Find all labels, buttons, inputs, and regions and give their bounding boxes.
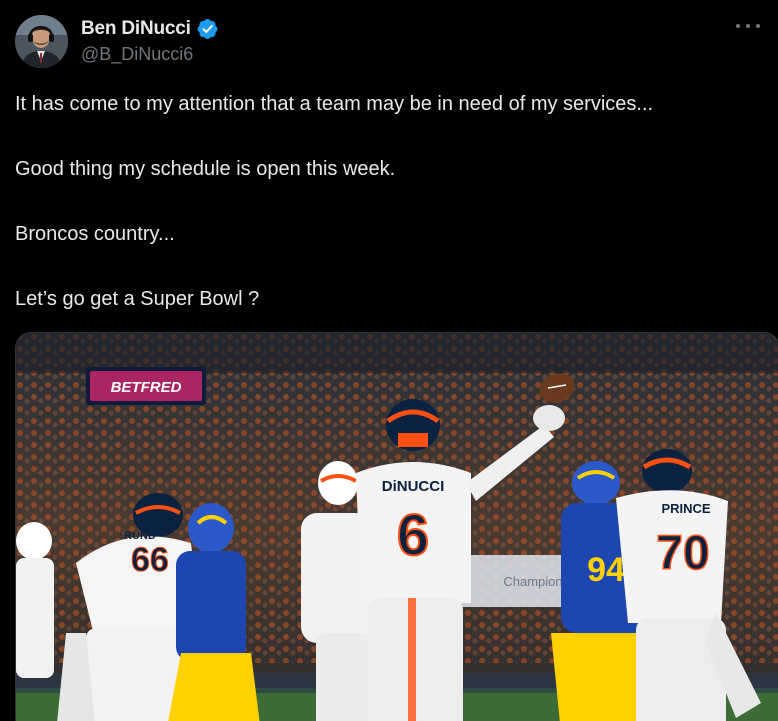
avatar[interactable] — [15, 15, 68, 68]
tweet-paragraph: Broncos country... — [15, 223, 175, 245]
name-row: Ben DiNucci — [81, 17, 219, 41]
display-name[interactable]: Ben DiNucci — [81, 18, 191, 40]
tweet-media-photo[interactable]: BETFRED Champion 66 RUND DiNUCCI 6 94 PR… — [15, 332, 778, 721]
tweet-paragraph: Good thing my schedule is open this week… — [15, 158, 396, 180]
more-horizontal-icon[interactable] — [736, 18, 760, 34]
betfred-sign: BETFRED — [111, 379, 182, 396]
jersey-name-dinucci: DiNUCCI — [382, 478, 445, 495]
user-handle[interactable]: @B_DiNucci6 — [81, 44, 219, 65]
more-dot — [756, 24, 760, 28]
football-photo: BETFRED Champion 66 RUND DiNUCCI 6 94 PR… — [16, 333, 778, 721]
jersey-number-66: 66 — [131, 541, 169, 579]
tweet-paragraph: It has come to my attention that a team … — [15, 93, 654, 115]
jersey-number-70: 70 — [656, 527, 709, 580]
tweet-text: It has come to my attention that a team … — [15, 92, 765, 352]
avatar-photo — [15, 15, 68, 68]
more-dot — [746, 24, 750, 28]
user-names: Ben DiNucci @B_DiNucci6 — [81, 17, 219, 65]
tweet-paragraph: Let’s go get a Super Bowl ? — [15, 288, 260, 310]
champion-sign: Champion — [503, 574, 562, 589]
tweet-card: Ben DiNucci @B_DiNucci6 It has come to m… — [0, 0, 778, 721]
jersey-number-94: 94 — [587, 551, 625, 589]
more-dot — [736, 24, 740, 28]
jersey-name-prince: PRINCE — [661, 501, 710, 516]
tweet-header: Ben DiNucci @B_DiNucci6 — [15, 15, 219, 71]
verified-badge-icon[interactable] — [197, 18, 219, 40]
jersey-name-rund: RUND — [124, 530, 156, 542]
jersey-number-6: 6 — [397, 503, 429, 568]
